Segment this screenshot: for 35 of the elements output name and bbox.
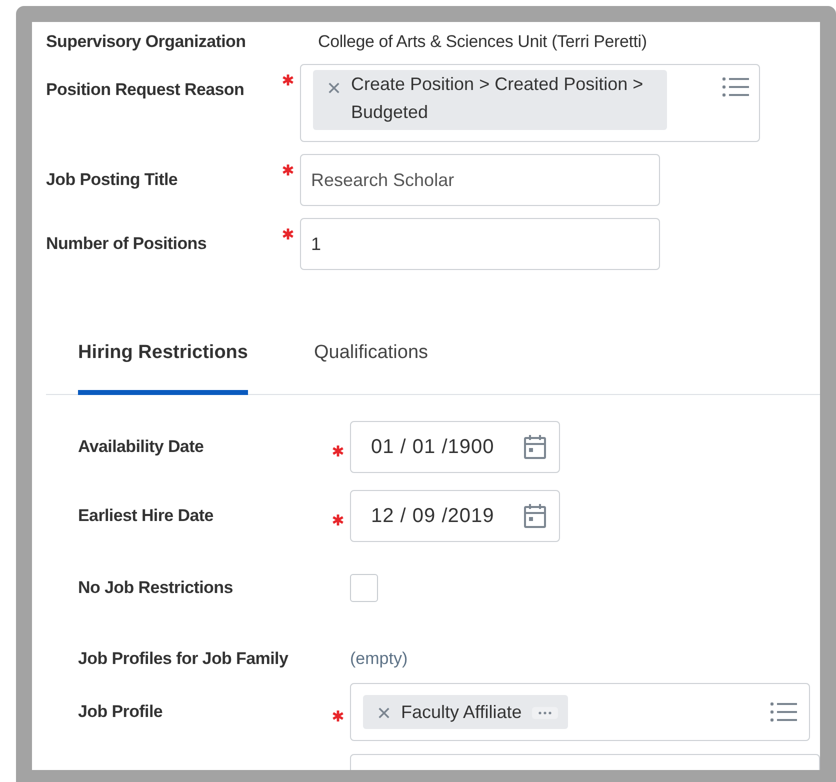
field-label: Job Profiles for Job Family	[78, 649, 288, 668]
field-label: Availability Date	[78, 437, 204, 456]
required-icon	[282, 74, 294, 86]
selected-chip[interactable]: Faculty Affiliate	[363, 695, 568, 729]
required-icon	[282, 164, 294, 176]
required-icon	[332, 445, 344, 457]
field-label: Number of Positions	[46, 233, 208, 254]
list-icon[interactable]	[769, 701, 797, 723]
field-label: Job Profile	[78, 702, 163, 721]
required-icon	[332, 710, 344, 722]
calendar-icon[interactable]	[523, 503, 547, 529]
multiselect-field[interactable]: Create Position > Created Position > Budgeted	[300, 64, 760, 142]
checkbox[interactable]	[350, 574, 378, 602]
more-icon[interactable]	[532, 706, 558, 718]
field-label: No Job Restrictions	[78, 578, 233, 597]
calendar-icon[interactable]	[523, 434, 547, 460]
tab[interactable]: Hiring Restrictions	[78, 342, 248, 395]
date-field[interactable]: 01 / 01 /1900	[350, 421, 560, 473]
required-icon	[332, 514, 344, 526]
list-icon[interactable]	[721, 76, 749, 98]
input-field[interactable]: 1	[300, 218, 660, 270]
field-value: (empty)	[350, 649, 408, 669]
close-icon[interactable]	[327, 81, 341, 95]
multiselect-field[interactable]: Faculty Affiliate	[350, 683, 810, 741]
field-label: Position Request Reason	[46, 79, 246, 100]
field-value: College of Arts & Sciences Unit (Terri Peretti)	[318, 32, 647, 52]
field-label: Job Posting Title	[46, 169, 179, 190]
tab[interactable]: Qualifications	[314, 342, 428, 395]
field-label: Earliest Hire Date	[78, 506, 214, 525]
selected-chip[interactable]: Create Position > Created Position > Budgeted	[313, 70, 667, 130]
close-icon[interactable]	[377, 706, 391, 720]
input-field[interactable]: Research Scholar	[300, 154, 660, 206]
date-field[interactable]: 12 / 09 /2019	[350, 490, 560, 542]
required-icon	[282, 228, 294, 240]
field-label: Supervisory Organization	[46, 32, 247, 52]
